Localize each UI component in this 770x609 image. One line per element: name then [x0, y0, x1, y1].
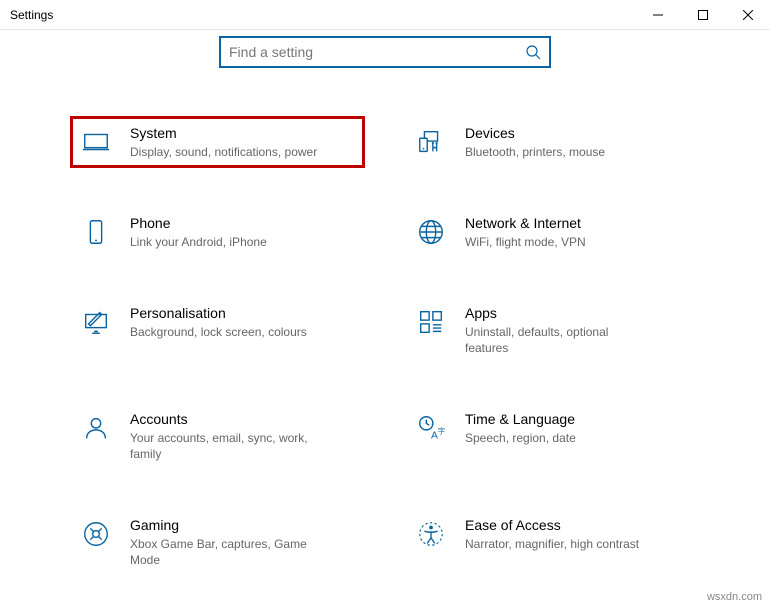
devices-icon — [411, 126, 451, 158]
maximize-icon — [698, 10, 708, 20]
category-ease-of-access[interactable]: Ease of Access Narrator, magnifier, high … — [405, 508, 700, 576]
category-title: Network & Internet — [465, 214, 586, 232]
network-icon — [411, 216, 451, 248]
category-time-language[interactable]: A字 Time & Language Speech, region, date — [405, 402, 700, 470]
ease-icon — [411, 518, 451, 550]
category-description: WiFi, flight mode, VPN — [465, 234, 586, 250]
category-system[interactable]: System Display, sound, notifications, pow… — [70, 116, 365, 168]
gaming-icon — [76, 518, 116, 550]
category-title: Time & Language — [465, 410, 576, 428]
category-apps[interactable]: Apps Uninstall, defaults, optional featur… — [405, 296, 700, 364]
minimize-icon — [653, 10, 663, 20]
minimize-button[interactable] — [635, 0, 680, 30]
accounts-icon — [76, 412, 116, 444]
window-title: Settings — [0, 8, 53, 22]
category-description: Display, sound, notifications, power — [130, 144, 317, 160]
category-title: Ease of Access — [465, 516, 639, 534]
category-phone[interactable]: Phone Link your Android, iPhone — [70, 206, 365, 258]
personalisation-icon — [76, 306, 116, 338]
category-title: Devices — [465, 124, 605, 142]
categories-grid: System Display, sound, notifications, pow… — [70, 116, 700, 576]
category-title: Gaming — [130, 516, 320, 534]
category-description: Your accounts, email, sync, work, family — [130, 430, 320, 462]
close-button[interactable] — [725, 0, 770, 30]
category-network-internet[interactable]: Network & Internet WiFi, flight mode, VPN — [405, 206, 700, 258]
category-description: Narrator, magnifier, high contrast — [465, 536, 639, 552]
category-description: Background, lock screen, colours — [130, 324, 307, 340]
category-title: Phone — [130, 214, 267, 232]
search-icon — [525, 44, 541, 60]
phone-icon — [76, 216, 116, 248]
category-description: Speech, region, date — [465, 430, 576, 446]
category-description: Xbox Game Bar, captures, Game Mode — [130, 536, 320, 568]
category-title: System — [130, 124, 317, 142]
title-bar: Settings — [0, 0, 770, 30]
category-description: Bluetooth, printers, mouse — [465, 144, 605, 160]
category-title: Personalisation — [130, 304, 307, 322]
maximize-button[interactable] — [680, 0, 725, 30]
svg-text:字: 字 — [438, 426, 446, 436]
category-gaming[interactable]: Gaming Xbox Game Bar, captures, Game Mode — [70, 508, 365, 576]
watermark: wsxdn.com — [707, 591, 762, 603]
category-accounts[interactable]: Accounts Your accounts, email, sync, work… — [70, 402, 365, 470]
search-input[interactable] — [229, 44, 525, 60]
time-icon: A字 — [411, 412, 451, 444]
category-description: Link your Android, iPhone — [130, 234, 267, 250]
search-box[interactable] — [219, 36, 551, 68]
content-area: System Display, sound, notifications, pow… — [0, 30, 770, 576]
apps-icon — [411, 306, 451, 338]
category-devices[interactable]: Devices Bluetooth, printers, mouse — [405, 116, 700, 168]
category-description: Uninstall, defaults, optional features — [465, 324, 655, 356]
category-title: Accounts — [130, 410, 320, 428]
close-icon — [743, 10, 753, 20]
system-icon — [76, 126, 116, 158]
category-personalisation[interactable]: Personalisation Background, lock screen, … — [70, 296, 365, 364]
category-title: Apps — [465, 304, 655, 322]
